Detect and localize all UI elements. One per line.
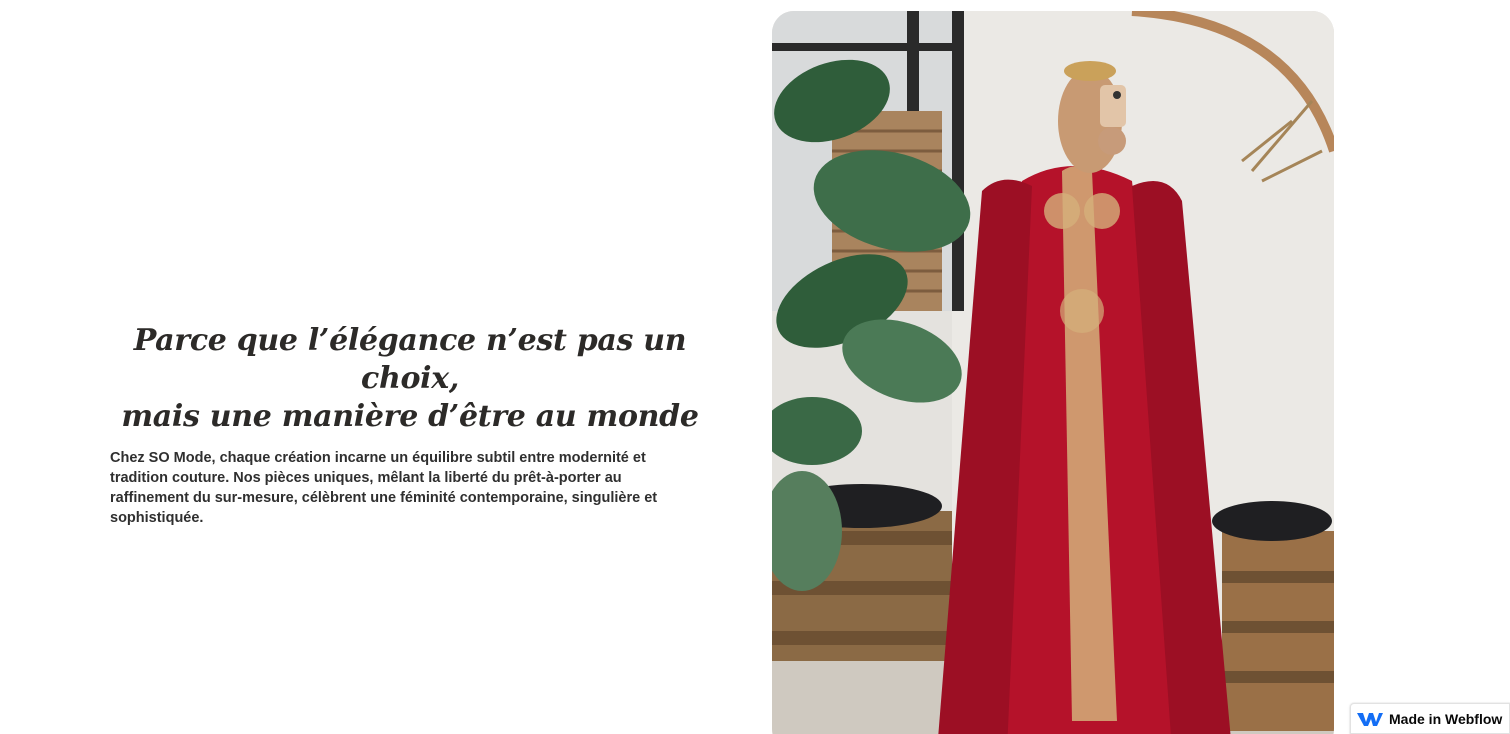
hero-headline: Parce que l’élégance n’est pas un choix,… <box>110 322 710 436</box>
hero-text-block: Parce que l’élégance n’est pas un choix,… <box>110 322 710 528</box>
headline-line-2: mais une manière d’être au monde <box>121 399 699 434</box>
headline-line-1: Parce que l’élégance n’est pas un choix, <box>133 323 687 396</box>
hero-photo <box>772 11 1334 734</box>
hero-body-text: Chez SO Mode, chaque création incarne un… <box>110 450 658 526</box>
badge-label: Made in Webflow <box>1389 710 1503 727</box>
webflow-logo-icon <box>1357 712 1383 726</box>
dress-photo-illustration <box>772 11 1334 734</box>
made-in-webflow-badge[interactable]: Made in Webflow <box>1350 703 1510 734</box>
